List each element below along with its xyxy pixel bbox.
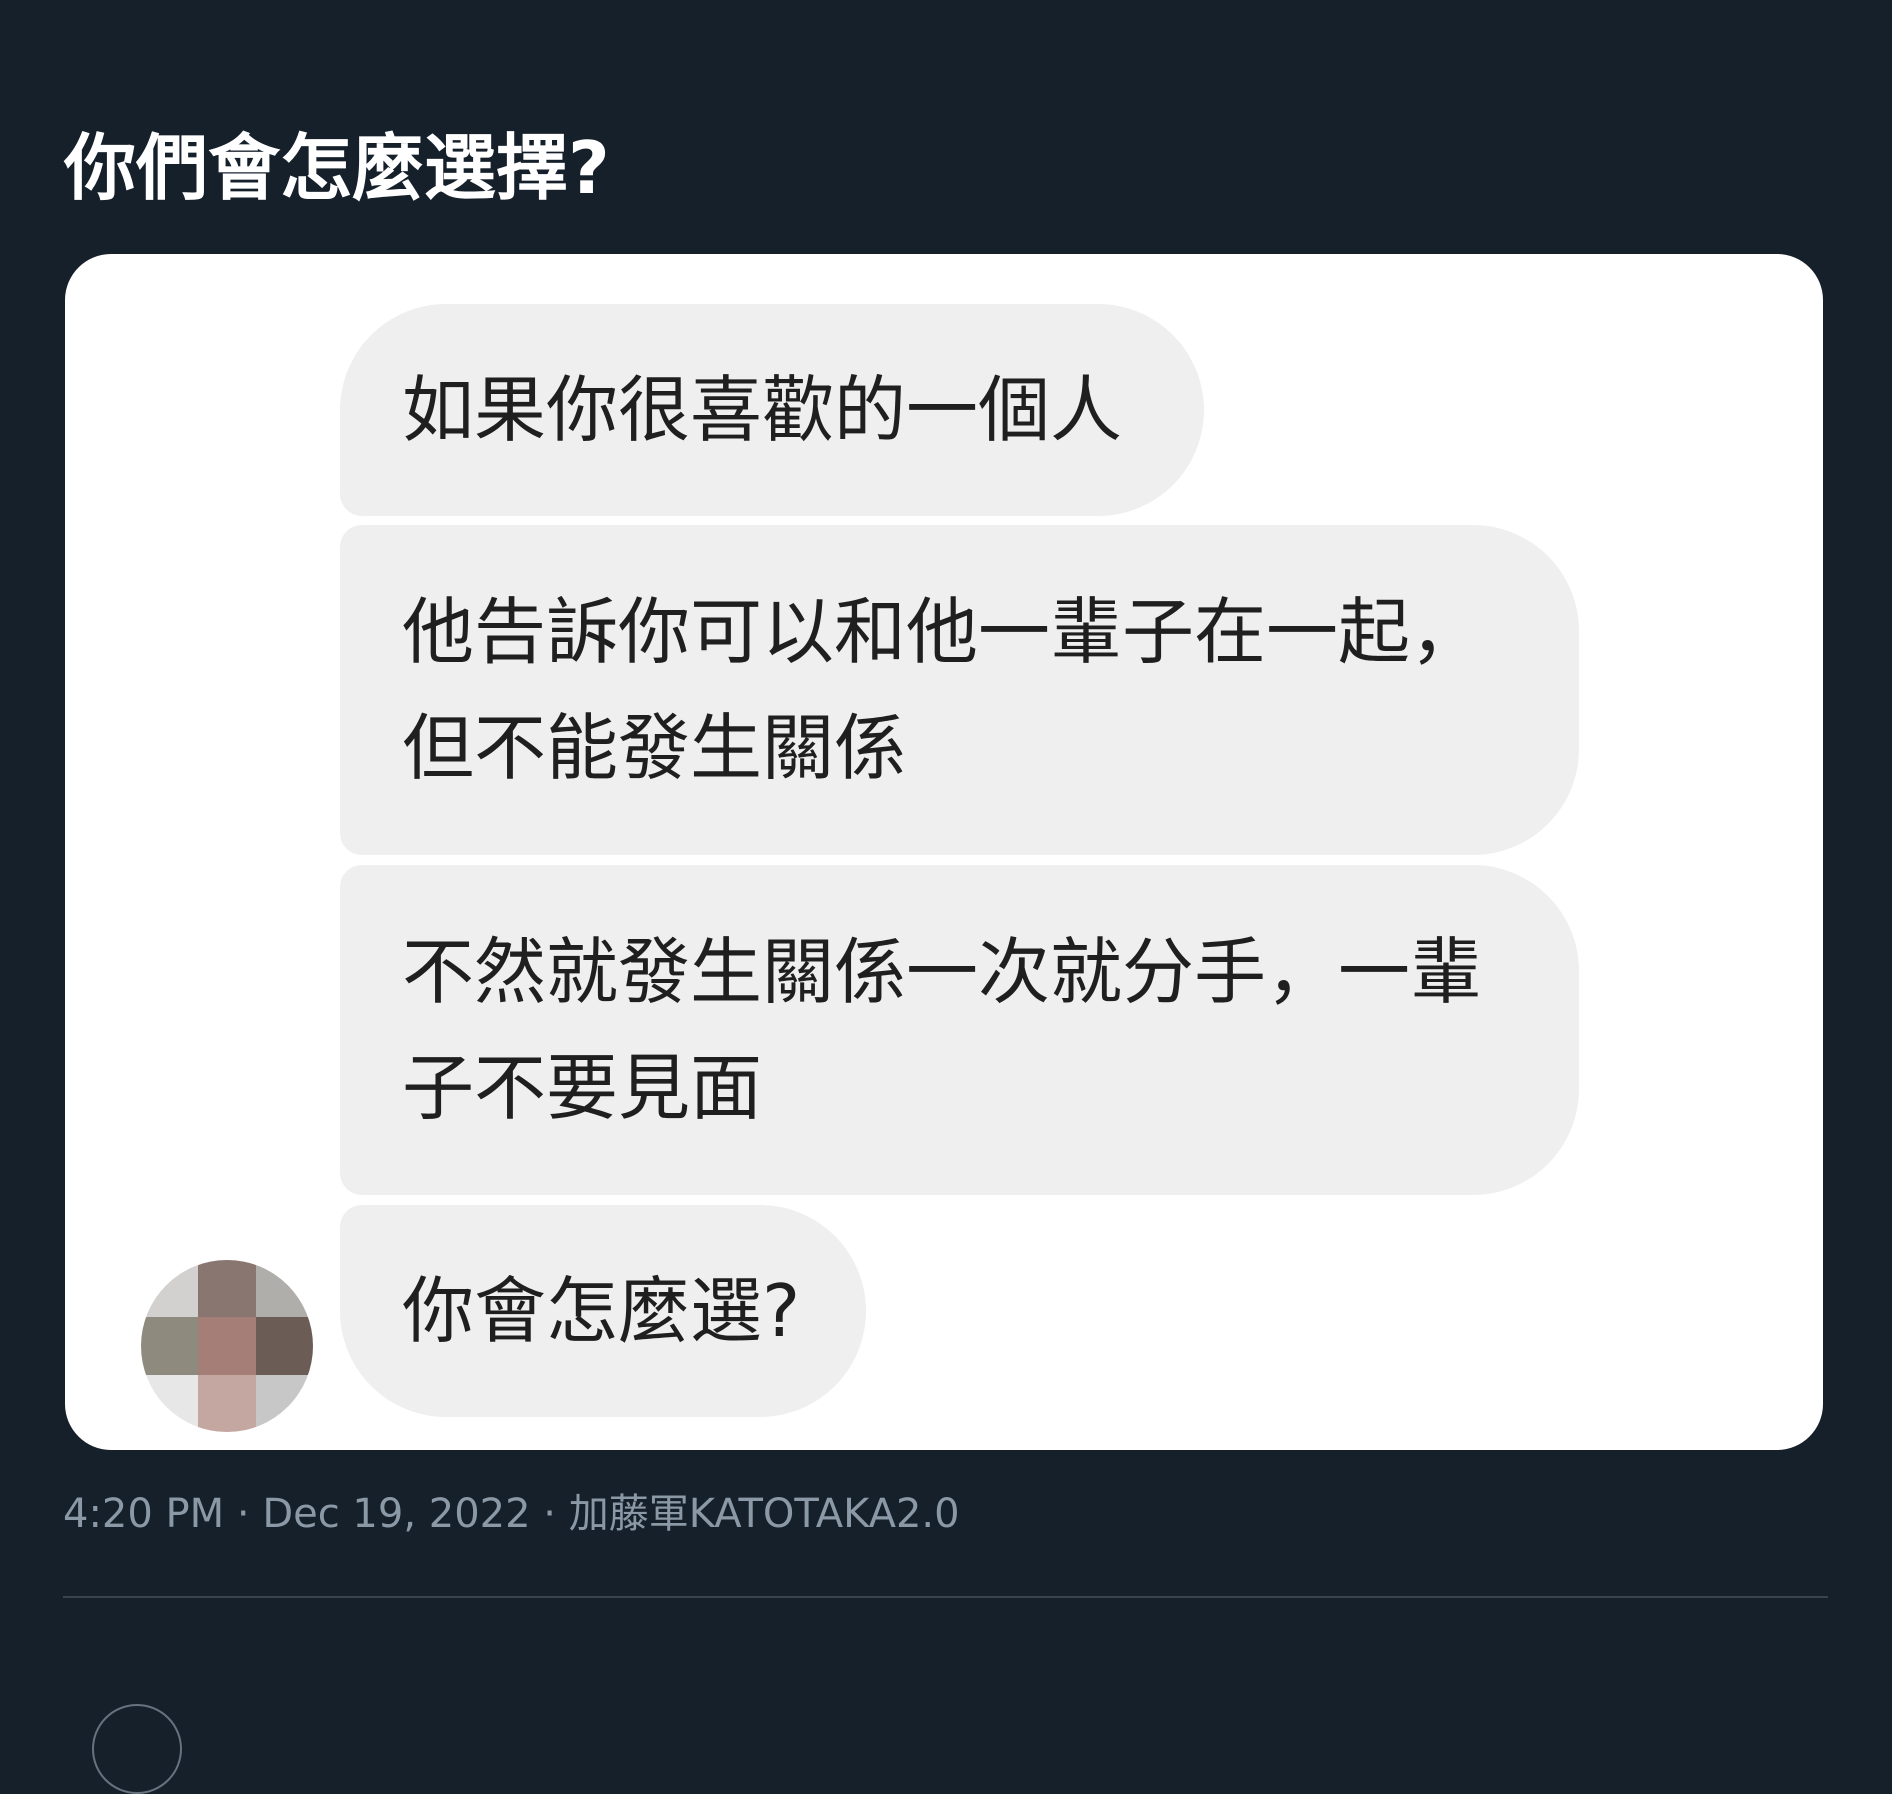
chat-message-text: 如果你很喜歡的一個人 (402, 368, 1123, 452)
chat-message-text: 他告訴你可以和他一輩子在一起， 但不能發生關係 (402, 590, 1483, 790)
next-tweet-avatar-icon[interactable] (92, 1704, 182, 1794)
blurred-avatar-icon (141, 1260, 313, 1432)
chat-message-text: 你會怎麼選? (402, 1269, 801, 1353)
tweet-media-image[interactable]: 如果你很喜歡的一個人 他告訴你可以和他一輩子在一起， 但不能發生關係 不然就發生… (65, 254, 1823, 1450)
chat-message-bubble: 你會怎麼選? (340, 1205, 866, 1417)
chat-message-bubble: 不然就發生關係一次就分手，一輩 子不要見面 (340, 865, 1579, 1195)
chat-message-bubble: 如果你很喜歡的一個人 (340, 304, 1204, 516)
divider (63, 1596, 1828, 1598)
chat-message-text: 不然就發生關係一次就分手，一輩 子不要見面 (402, 930, 1483, 1130)
chat-message-bubble: 他告訴你可以和他一輩子在一起， 但不能發生關係 (340, 525, 1579, 855)
tweet-meta: 4:20 PM · Dec 19, 2022 · 加藤軍KATOTAKA2.0 (63, 1491, 960, 1537)
tweet-text: 你們會怎麼選擇? (64, 126, 610, 210)
